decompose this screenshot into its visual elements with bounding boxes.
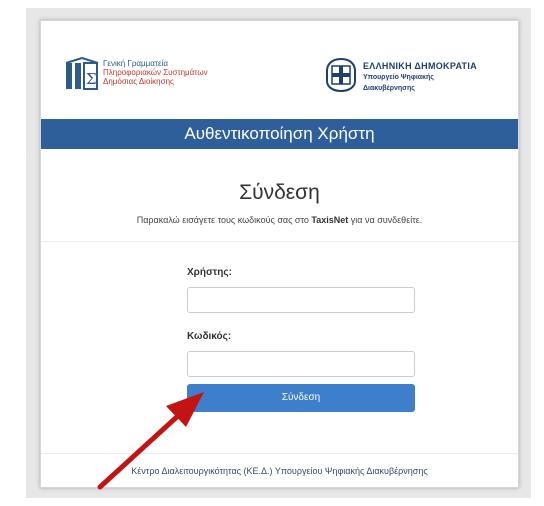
divider bbox=[41, 453, 518, 454]
login-instructions: Παρακαλώ εισάγετε τους κωδικούς σας στο … bbox=[41, 215, 518, 225]
ministry-line-2: Διακυβέρνησης bbox=[363, 85, 415, 92]
republic-name: ΕΛΛΗΝΙΚΗ ΔΗΜΟΚΡΑΤΙΑ Υπουργείο Ψηφιακής Δ… bbox=[363, 61, 477, 93]
taxisnet-brand: TaxisNet bbox=[311, 215, 349, 225]
gsis-line-2: Πληροφοριακών Συστημάτων bbox=[103, 68, 208, 77]
gsis-line-3: Δημόσιας Διοίκησης bbox=[103, 77, 174, 86]
password-input[interactable] bbox=[187, 351, 415, 377]
ministry-line-1: Υπουργείο Ψηφιακής bbox=[363, 74, 434, 81]
instructions-text-end: για να συνδεθείτε. bbox=[348, 215, 423, 225]
svg-text:Σ: Σ bbox=[86, 70, 97, 88]
login-button[interactable]: Σύνδεση bbox=[187, 384, 415, 412]
page-title-bar: Αυθεντικοποίηση Χρήστη bbox=[41, 119, 518, 149]
username-label: Χρήστης: bbox=[187, 267, 232, 278]
instructions-text-start: Παρακαλώ εισάγετε τους κωδικούς σας στο bbox=[136, 215, 312, 225]
gsis-line-1: Γενική Γραμματεία bbox=[103, 59, 168, 68]
gsis-name: Γενική Γραμματεία Πληροφοριακών Συστημάτ… bbox=[103, 59, 208, 86]
page-header: Σ Γενική Γραμματεία Πληροφοριακών Συστημ… bbox=[41, 21, 518, 111]
republic-title: ΕΛΛΗΝΙΚΗ ΔΗΜΟΚΡΑΤΙΑ bbox=[363, 61, 477, 71]
footer-link[interactable]: Κέντρο Διαλειτουργικότητας (ΚΕ.Δ.) Υπουρ… bbox=[41, 466, 518, 476]
hellenic-republic-emblem-icon bbox=[326, 57, 356, 93]
screenshot-frame: Σ Γενική Γραμματεία Πληροφοριακών Συστημ… bbox=[26, 8, 531, 498]
divider bbox=[41, 241, 518, 242]
login-title: Σύνδεση bbox=[239, 181, 320, 204]
login-card: Σ Γενική Γραμματεία Πληροφοριακών Συστημ… bbox=[40, 20, 519, 488]
password-label: Κωδικός: bbox=[187, 331, 232, 342]
username-input[interactable] bbox=[187, 287, 415, 313]
gsis-logo-icon: Σ bbox=[65, 57, 99, 90]
